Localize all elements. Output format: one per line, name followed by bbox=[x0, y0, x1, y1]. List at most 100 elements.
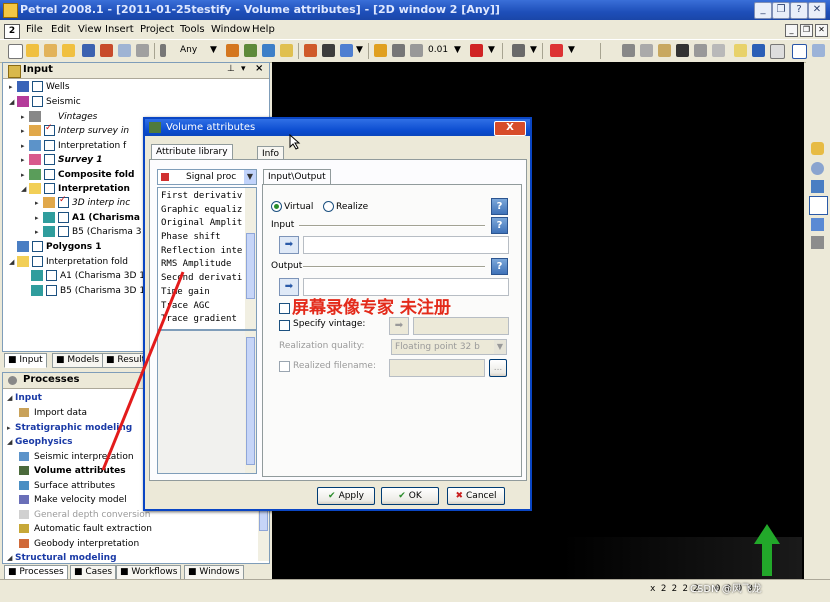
view-dropdown-arrow-icon[interactable]: ▼ bbox=[356, 45, 363, 55]
radio-realize[interactable]: Realize bbox=[323, 201, 368, 212]
tree-item-interpretation-f[interactable]: ▸ Interpretation f bbox=[21, 140, 126, 153]
save-icon[interactable] bbox=[82, 44, 95, 57]
pane-menu-icon[interactable]: ▾ bbox=[241, 64, 246, 74]
pane-close-icon[interactable]: × bbox=[255, 63, 263, 74]
tab-input-output[interactable]: Input\Output bbox=[263, 169, 331, 185]
input-field[interactable] bbox=[303, 236, 509, 254]
process-import-data[interactable]: Import data bbox=[19, 408, 87, 421]
domain-dropdown-arrow-icon[interactable]: ▼ bbox=[210, 45, 217, 55]
cube-icon[interactable] bbox=[392, 44, 405, 57]
tree-item-b5-charisma[interactable]: ▸ B5 (Charisma 3 bbox=[35, 226, 142, 239]
list-item[interactable]: Reflection inte bbox=[158, 245, 256, 259]
minimize-button[interactable]: _ bbox=[754, 2, 772, 19]
open-folder-icon[interactable] bbox=[26, 44, 39, 57]
settings-panel-icon[interactable] bbox=[734, 44, 747, 57]
open-project-icon[interactable] bbox=[44, 44, 57, 57]
help-input-icon[interactable]: ? bbox=[491, 217, 508, 234]
dialog-close-button[interactable]: X bbox=[494, 121, 526, 136]
process-cat-structural[interactable]: ◢ Structural modeling bbox=[7, 553, 117, 562]
mdi-close-button[interactable]: ✕ bbox=[815, 24, 828, 37]
dialog-title-bar[interactable]: Volume attributes X bbox=[145, 119, 530, 136]
help-title-button[interactable]: ? bbox=[790, 2, 808, 19]
tree-item-survey-1[interactable]: ▸ Survey 1 bbox=[21, 154, 103, 167]
attribute-category-combo[interactable]: Signal proc ▼ bbox=[157, 169, 257, 185]
tab-windows[interactable]: ■ Windows bbox=[184, 565, 244, 580]
export-icon[interactable] bbox=[100, 44, 113, 57]
menu-project[interactable]: Project bbox=[140, 24, 174, 35]
mdi-restore-button[interactable]: ❐ bbox=[800, 24, 813, 37]
view-3d-icon[interactable] bbox=[340, 44, 353, 57]
menu-tools[interactable]: Tools bbox=[180, 24, 205, 35]
process-geobody[interactable]: Geobody interpretation bbox=[19, 539, 139, 552]
list-item[interactable]: Original Amplit bbox=[158, 217, 256, 231]
process-fault-extraction[interactable]: Automatic fault extraction bbox=[19, 524, 152, 537]
ok-button[interactable]: ✔ OK bbox=[381, 487, 439, 505]
menu-view[interactable]: View bbox=[78, 24, 102, 35]
window-tool-icon[interactable] bbox=[812, 44, 825, 57]
process-cat-input[interactable]: ◢ Input bbox=[7, 393, 42, 406]
mdi-minimize-button[interactable]: _ bbox=[785, 24, 798, 37]
print-icon[interactable] bbox=[118, 44, 131, 57]
list-item[interactable]: Graphic equaliz bbox=[158, 204, 256, 218]
paste-icon[interactable] bbox=[658, 44, 671, 57]
tree-item-interpretation-fold[interactable]: ◢ Interpretation fold bbox=[9, 256, 128, 269]
color-table-icon[interactable] bbox=[470, 44, 483, 57]
measure-icon[interactable] bbox=[811, 218, 824, 231]
mdi-window-icon[interactable]: 2 bbox=[4, 24, 20, 39]
process-cat-geophysics[interactable]: ◢ Geophysics bbox=[7, 437, 73, 450]
tree-item-vintages[interactable]: ▸ Vintages bbox=[21, 111, 97, 124]
seismic-icon[interactable] bbox=[226, 44, 239, 57]
undo-icon[interactable] bbox=[694, 44, 707, 57]
radio-virtual[interactable]: Virtual bbox=[271, 201, 313, 212]
menu-file[interactable]: File bbox=[26, 24, 43, 35]
tab-attribute-library[interactable]: Attribute library bbox=[151, 144, 233, 160]
new-icon[interactable] bbox=[8, 44, 23, 59]
list-item[interactable]: First derivativ bbox=[158, 190, 256, 204]
delete-icon[interactable] bbox=[676, 44, 689, 57]
zoom-icon[interactable] bbox=[811, 162, 824, 175]
tree-item-interpretation[interactable]: ◢ Interpretation bbox=[21, 183, 130, 196]
input-drop-arrow-button[interactable]: ➡ bbox=[279, 236, 299, 254]
list-item[interactable]: Phase shift bbox=[158, 231, 256, 245]
realize-checkbox[interactable] bbox=[279, 303, 290, 314]
attribute-list-scrollbar[interactable] bbox=[245, 188, 256, 329]
tree-item-composite-fold[interactable]: ▸ Composite fold bbox=[21, 169, 134, 182]
process-velocity-model[interactable]: Make velocity model bbox=[19, 495, 127, 508]
scale-value[interactable]: 0.01 bbox=[428, 45, 448, 55]
tree-icon[interactable] bbox=[322, 44, 335, 57]
rotate-icon[interactable] bbox=[811, 180, 824, 193]
help-output-icon[interactable]: ? bbox=[491, 258, 508, 275]
cut-icon[interactable] bbox=[622, 44, 635, 57]
pick-dropdown-arrow-icon[interactable]: ▼ bbox=[568, 45, 575, 55]
tree-item-seismic[interactable]: ◢ Seismic bbox=[9, 96, 81, 109]
hammer-icon[interactable] bbox=[811, 236, 824, 249]
axis-icon[interactable] bbox=[512, 44, 525, 57]
pin-icon[interactable]: ⊥ bbox=[227, 64, 235, 74]
scale-dropdown-arrow-icon[interactable]: ▼ bbox=[454, 45, 461, 55]
menu-edit[interactable]: Edit bbox=[51, 24, 70, 35]
tree-item-wells[interactable]: ▸ Wells bbox=[9, 81, 70, 94]
pointer-tool-icon[interactable] bbox=[809, 196, 828, 215]
info-icon[interactable] bbox=[770, 44, 785, 59]
tab-processes[interactable]: ■ Processes bbox=[4, 565, 68, 580]
folder-icon[interactable] bbox=[62, 44, 75, 57]
layout-icon[interactable] bbox=[280, 44, 293, 57]
combo-dropdown-arrow-icon[interactable]: ▼ bbox=[244, 170, 256, 184]
select-tool-icon[interactable] bbox=[792, 44, 807, 59]
tree-item-polygons[interactable]: Polygons 1 bbox=[9, 241, 102, 254]
tree-item-interp-survey[interactable]: ▸Interp survey in bbox=[21, 123, 129, 138]
process-surface-attributes[interactable]: Surface attributes bbox=[19, 481, 115, 494]
copy-icon[interactable] bbox=[640, 44, 653, 57]
menu-window[interactable]: Window bbox=[211, 24, 250, 35]
domain-selector[interactable]: Any bbox=[180, 45, 197, 55]
window-tile-icon[interactable] bbox=[262, 44, 275, 57]
cube-wire-icon[interactable] bbox=[410, 44, 423, 57]
target-icon[interactable] bbox=[374, 44, 387, 57]
tab-input[interactable]: ■ Input bbox=[4, 353, 47, 368]
tree-item-3d-interp[interactable]: ▸3D interp inc bbox=[35, 195, 130, 210]
cancel-button[interactable]: ✖ Cancel bbox=[447, 487, 505, 505]
specify-vintage-checkbox[interactable] bbox=[279, 320, 290, 331]
close-window-button[interactable]: ✕ bbox=[808, 2, 826, 19]
well-icon[interactable] bbox=[244, 44, 257, 57]
tree-item-a1-charisma[interactable]: ▸ A1 (Charisma bbox=[35, 212, 140, 225]
